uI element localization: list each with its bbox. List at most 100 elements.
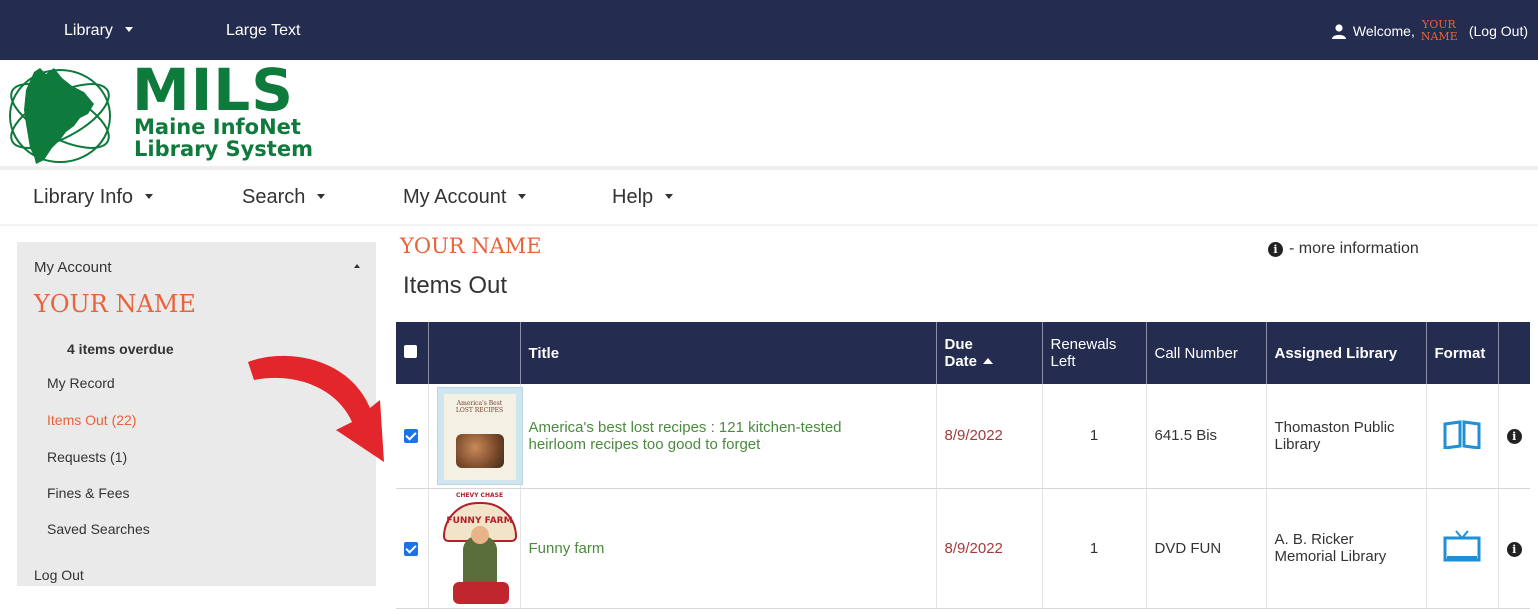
assigned-library-cell: A. B. Ricker Memorial Library — [1266, 488, 1427, 609]
logo-line-2: Maine InfoNet — [134, 115, 301, 139]
dvd-cover-image[interactable]: CHEVY CHASE FUNNY FARM — [437, 492, 523, 604]
sidebar-item-log-out[interactable]: Log Out — [34, 567, 84, 583]
select-all-checkbox[interactable] — [404, 344, 417, 358]
main-nav: Library Info Search My Account Help — [0, 176, 1538, 220]
title-cell: Funny farm — [520, 488, 937, 609]
due-date-header[interactable]: Due Date — [936, 322, 1043, 384]
nav-help[interactable]: Help — [612, 186, 674, 209]
library-menu-label: Library — [64, 22, 113, 39]
overdue-notice: 4 items overdue — [67, 341, 174, 357]
nav-my-account-label: My Account — [403, 186, 507, 208]
library-menu[interactable]: Library — [64, 22, 133, 40]
header-divider — [0, 166, 1538, 170]
cover-cell: CHEVY CHASE FUNNY FARM — [428, 488, 523, 609]
cover-tractor — [452, 582, 509, 604]
row-select-cell — [396, 488, 429, 609]
cover-figure-head — [470, 526, 489, 544]
book-cover-image[interactable]: America's Best LOST RECIPES — [436, 386, 523, 485]
top-bar: Library Large Text Welcome, YOUR NAME (L… — [0, 0, 1538, 60]
cover-cell: America's Best LOST RECIPES — [428, 384, 523, 489]
caret-down-icon — [665, 194, 674, 199]
table-row: CHEVY CHASE FUNNY FARM Funny farm 8/9/20… — [396, 488, 1530, 609]
caret-down-icon — [317, 194, 326, 199]
logo-mils-text: MILS — [132, 56, 295, 124]
item-title-link[interactable]: Funny farm — [529, 540, 605, 557]
due-date-cell: 8/9/2022 — [936, 384, 1043, 489]
nav-library-info-label: Library Info — [33, 186, 134, 208]
sidebar-user-name: YOUR NAME — [34, 290, 196, 318]
caret-down-icon — [518, 194, 527, 199]
sidebar-item-saved-searches[interactable]: Saved Searches — [47, 521, 150, 537]
nav-divider — [0, 224, 1538, 226]
caret-down-icon — [124, 27, 133, 32]
info-icon[interactable]: i — [1506, 541, 1522, 557]
table-header-row: Title Due Date Renewals Left Call Number… — [396, 322, 1530, 384]
cover-header — [428, 322, 521, 384]
welcome-label: Welcome, — [1352, 23, 1415, 39]
due-date-header-line2: Date — [944, 353, 978, 370]
logout-link[interactable]: (Log Out) — [1469, 23, 1528, 39]
caret-down-icon — [145, 194, 154, 199]
more-info-legend: i - more information — [1268, 240, 1419, 258]
sidebar-title: My Account — [34, 259, 112, 276]
sidebar-item-fines-fees[interactable]: Fines & Fees — [47, 485, 129, 501]
info-icon[interactable]: i — [1506, 429, 1522, 445]
tv-icon — [1443, 530, 1481, 562]
row-checkbox[interactable] — [404, 541, 418, 556]
renewals-cell: 1 — [1042, 384, 1147, 489]
collapse-caret-icon[interactable] — [354, 264, 360, 268]
row-checkbox[interactable] — [404, 429, 418, 444]
nav-library-info[interactable]: Library Info — [33, 186, 154, 209]
due-date-header-line1: Due — [944, 336, 973, 353]
user-icon — [1331, 24, 1346, 39]
library-line1: A. B. Ricker — [1274, 531, 1354, 548]
item-title-line1: America's best lost recipes : 121 kitche… — [528, 418, 842, 436]
sort-ascending-icon — [983, 358, 994, 364]
format-cell — [1426, 488, 1499, 609]
nav-help-label: Help — [612, 186, 654, 208]
info-cell: i — [1498, 488, 1530, 609]
mils-logo[interactable]: MILS Maine InfoNet Library System — [0, 56, 340, 166]
welcome-user-name: YOUR NAME — [1420, 18, 1458, 43]
info-icon: i — [1268, 241, 1283, 257]
large-text-toggle[interactable]: Large Text — [226, 22, 300, 40]
book-icon — [1443, 420, 1481, 449]
table-row: America's Best LOST RECIPES America's be… — [396, 384, 1530, 489]
page-title: Items Out — [403, 272, 508, 299]
logo-line-3: Library System — [134, 137, 313, 161]
sidebar-item-my-record[interactable]: My Record — [47, 375, 115, 391]
format-header[interactable]: Format — [1426, 322, 1499, 384]
assigned-library-header[interactable]: Assigned Library — [1266, 322, 1427, 384]
welcome-area: Welcome, YOUR NAME (Log Out) — [1331, 14, 1528, 48]
nav-my-account[interactable]: My Account — [403, 186, 527, 209]
info-header — [1498, 322, 1530, 384]
more-info-label: - more information — [1289, 240, 1419, 257]
format-cell — [1426, 384, 1499, 489]
nav-search[interactable]: Search — [242, 186, 326, 209]
title-header[interactable]: Title — [520, 322, 937, 384]
library-line2: Memorial Library — [1274, 548, 1387, 565]
nav-search-label: Search — [242, 186, 306, 208]
call-number-cell: DVD FUN — [1146, 488, 1267, 609]
due-date-cell: 8/9/2022 — [936, 488, 1043, 609]
sidebar-item-items-out[interactable]: Items Out (22) — [47, 412, 136, 428]
content-user-name: YOUR NAME — [400, 234, 542, 258]
call-number-cell: 641.5 Bis — [1146, 384, 1267, 489]
renewals-header-line1: Renewals — [1050, 336, 1117, 353]
maine-map-icon — [9, 68, 111, 164]
annotation-arrow-icon — [248, 355, 384, 462]
cover-title-text: America's Best LOST RECIPES — [455, 399, 504, 414]
title-cell: America's best lost recipes : 121 kitche… — [520, 384, 937, 489]
renewals-header[interactable]: Renewals Left — [1042, 322, 1147, 384]
library-line2: Library — [1274, 435, 1321, 453]
item-title-link[interactable]: America's best lost recipes : 121 kitche… — [529, 419, 842, 453]
sidebar-item-requests[interactable]: Requests (1) — [47, 449, 127, 465]
call-number-header[interactable]: Call Number — [1146, 322, 1267, 384]
assigned-library-cell: Thomaston Public Library — [1266, 384, 1427, 489]
item-title-line2: heirloom recipes too good to forget — [528, 435, 761, 453]
select-all-cell — [396, 322, 429, 384]
row-select-cell — [396, 384, 429, 489]
items-out-table: Title Due Date Renewals Left Call Number… — [396, 322, 1530, 609]
cover-top-text: CHEVY CHASE — [455, 492, 504, 499]
library-line1: Thomaston Public — [1274, 418, 1395, 436]
